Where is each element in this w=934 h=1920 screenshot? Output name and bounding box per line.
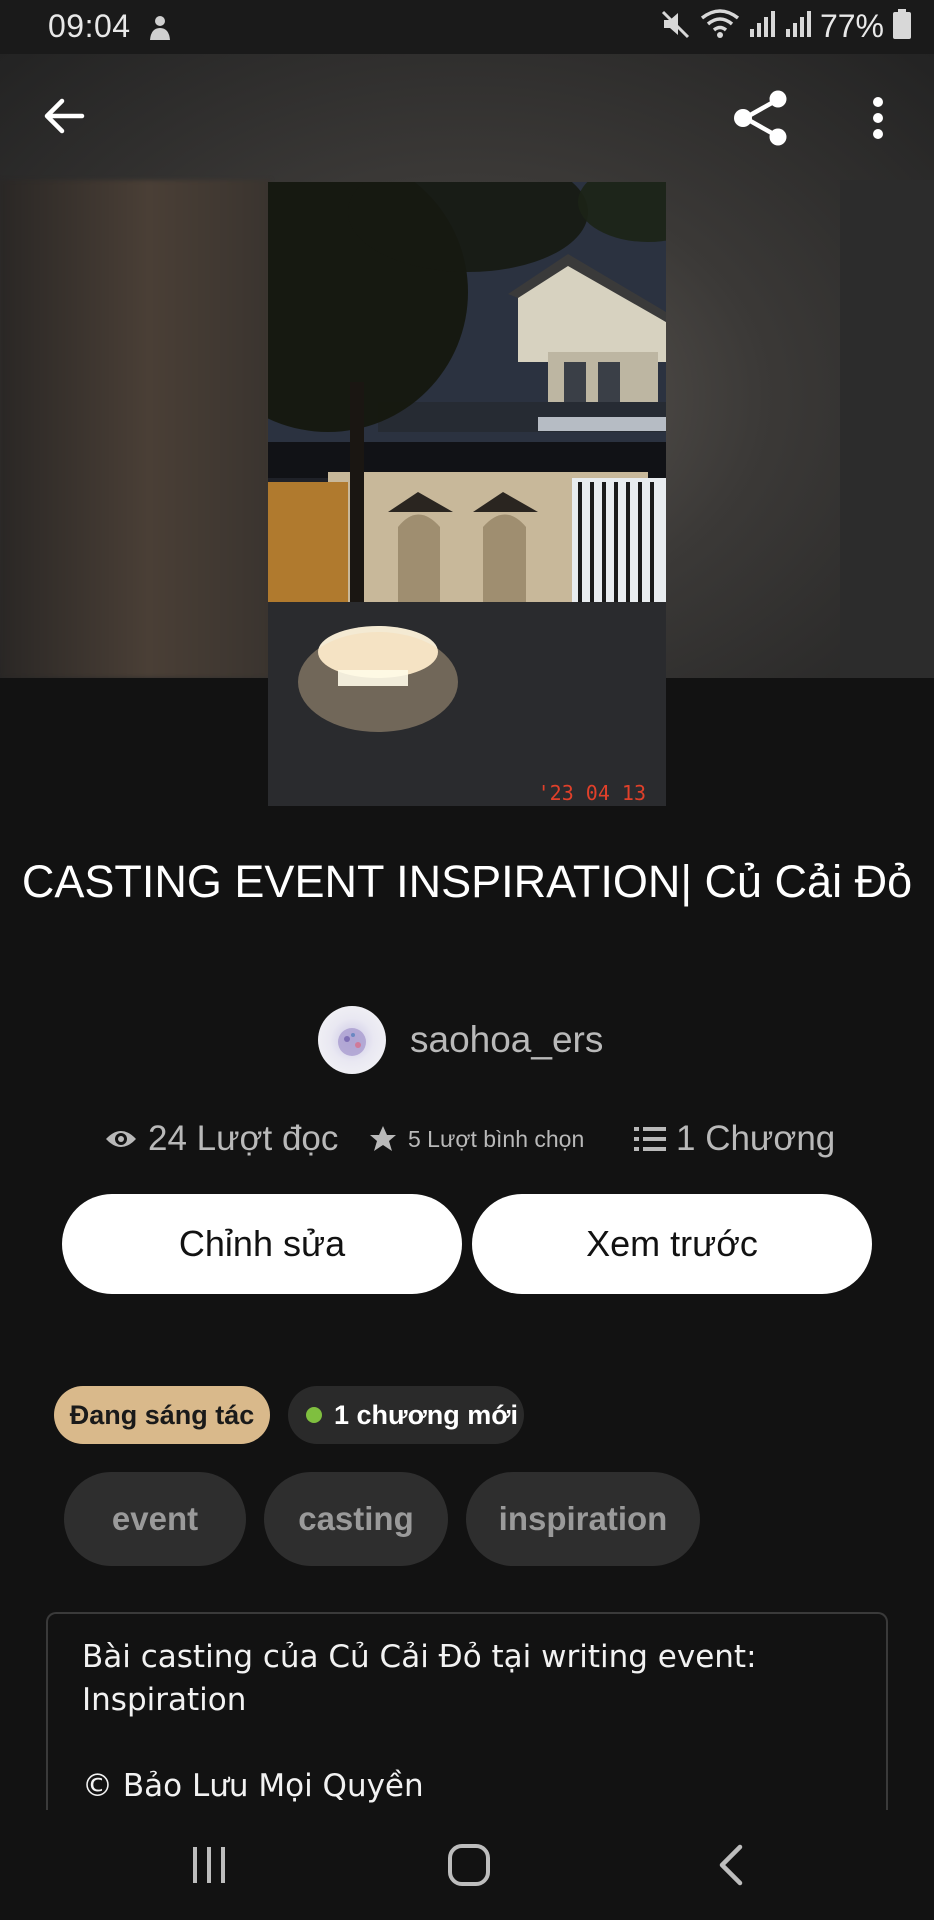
preview-button[interactable]: Xem trước [472,1194,872,1294]
back-button[interactable] [36,88,92,144]
stat-votes: 5 Lượt bình chọn [368,1112,584,1166]
signal-icon [748,9,776,44]
recent-apps-icon [193,1847,225,1883]
reads-count: 24 Lượt đọc [148,1119,339,1158]
description-line: Bài casting của Củ Cải Đỏ tại writing ev… [82,1639,757,1675]
mute-icon [660,8,692,45]
battery-icon [892,8,912,45]
story-title: CASTING EVENT INSPIRATION| Củ Cải Đỏ [21,856,913,907]
stat-chapters: 1 Chương [634,1112,835,1166]
status-bar: 09:04 77% [0,0,934,54]
list-icon [634,1127,666,1151]
chapters-count: 1 Chương [676,1119,836,1158]
recent-apps-button[interactable] [164,1830,254,1900]
eye-icon [106,1131,136,1147]
description-line: Inspiration [82,1682,247,1718]
story-cover[interactable]: '23 04 13 [268,182,666,806]
new-chapters-badge: 1 chương mới [288,1386,524,1444]
arrow-left-icon [44,98,85,134]
battery-percent: 77% [819,8,884,44]
copyright-line: © Bảo Lưu Mọi Quyền [82,1768,424,1804]
cover-date-stamp: '23 04 13 [538,781,646,805]
more-options-button[interactable] [858,88,898,148]
home-button[interactable] [424,1830,514,1900]
status-time: 09:04 [48,8,131,44]
system-back-button[interactable] [686,1830,776,1900]
home-icon [448,1844,490,1886]
votes-count: 5 Lượt bình chọn [408,1125,585,1152]
tag-event[interactable]: event [64,1472,246,1566]
share-button[interactable] [728,86,794,150]
tag-inspiration[interactable]: inspiration [466,1472,700,1566]
stat-reads: 24 Lượt đọc [104,1112,338,1166]
status-badge: Đang sáng tác [54,1386,270,1444]
edit-button[interactable]: Chỉnh sửa [62,1194,462,1294]
tag-casting[interactable]: casting [264,1472,448,1566]
avatar[interactable] [318,1006,386,1074]
new-chapters-label: 1 chương mới [334,1399,518,1430]
author-name[interactable]: saohoa_ers [410,1019,603,1061]
story-stats: 24 Lượt đọc 5 Lượt bình chọn 1 Chương [104,1112,844,1166]
back-icon [719,1844,743,1886]
header-blur-left [0,180,270,678]
system-nav-bar [0,1810,934,1920]
share-icon [734,90,787,146]
notification-icon [146,12,174,42]
author-link[interactable]: saohoa_ers [318,1006,603,1074]
star-icon [370,1126,396,1151]
story-description: Bài casting của Củ Cải Đỏ tại writing ev… [46,1612,888,1812]
wifi-icon [700,8,740,45]
new-dot-icon [306,1407,322,1423]
signal-icon [784,9,812,44]
more-vertical-icon [873,97,883,139]
